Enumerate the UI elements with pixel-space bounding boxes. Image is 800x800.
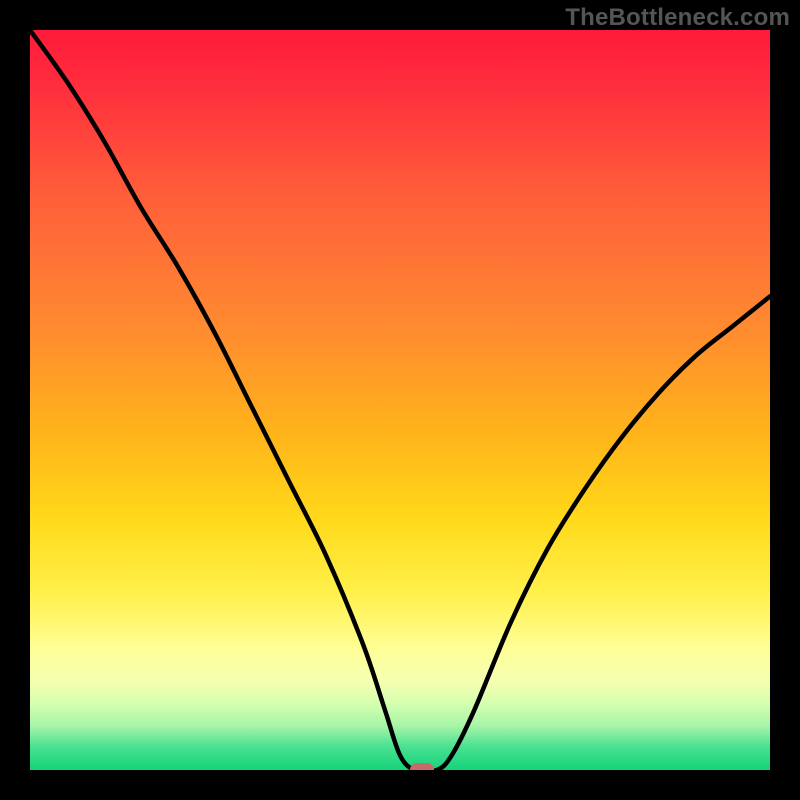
chart-frame: TheBottleneck.com <box>0 0 800 800</box>
optimal-point-marker <box>410 763 434 770</box>
attribution-text: TheBottleneck.com <box>565 4 790 32</box>
bottleneck-curve <box>30 30 770 770</box>
plot-area <box>30 30 770 770</box>
